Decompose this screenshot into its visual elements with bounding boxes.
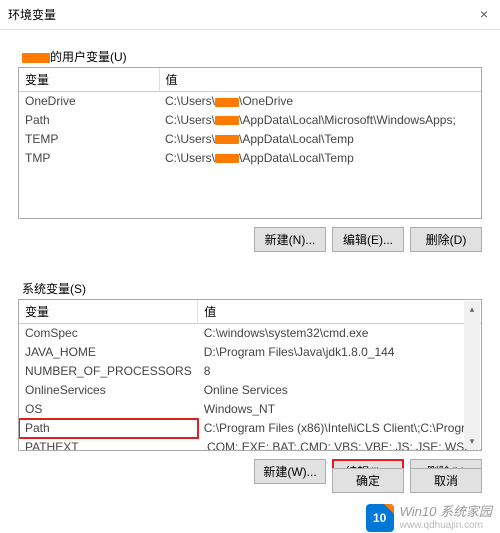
watermark-text: Win10 系统家园	[400, 505, 492, 519]
system-vars-table[interactable]: 变量 值 ComSpecC:\windows\system32\cmd.exe …	[19, 300, 482, 451]
table-row[interactable]: ComSpecC:\windows\system32\cmd.exe	[19, 324, 482, 343]
user-buttons: 新建(N)... 编辑(E)... 删除(D)	[10, 223, 490, 252]
table-row[interactable]: TMP C:\Users\\AppData\Local\Temp	[19, 149, 481, 168]
user-new-button[interactable]: 新建(N)...	[254, 227, 326, 252]
table-row[interactable]: NUMBER_OF_PROCESSORS8	[19, 362, 482, 381]
system-vars-table-box: 变量 值 ComSpecC:\windows\system32\cmd.exe …	[18, 299, 482, 451]
table-row[interactable]: OnlineServicesOnline Services	[19, 381, 482, 400]
user-col-val[interactable]: 值	[159, 68, 481, 92]
table-row-path[interactable]: PathC:\Program Files (x86)\Intel\iCLS Cl…	[19, 419, 482, 438]
redacted-username	[215, 135, 239, 144]
table-row[interactable]: Path C:\Users\\AppData\Local\Microsoft\W…	[19, 111, 481, 130]
user-edit-button[interactable]: 编辑(E)...	[332, 227, 404, 252]
watermark-logo-icon: 10	[366, 504, 394, 532]
table-row[interactable]: OSWindows_NT	[19, 400, 482, 419]
watermark-url: www.qdhuajin.com	[400, 520, 483, 531]
user-col-var[interactable]: 变量	[19, 68, 159, 92]
sys-col-val[interactable]: 值	[198, 300, 482, 324]
redacted-username	[215, 154, 239, 163]
table-row[interactable]: TEMP C:\Users\\AppData\Local\Temp	[19, 130, 481, 149]
dialog-buttons: 确定 取消	[324, 464, 490, 497]
ok-button[interactable]: 确定	[332, 468, 404, 493]
cancel-button[interactable]: 取消	[410, 468, 482, 493]
redacted-username	[22, 53, 50, 63]
sys-col-var[interactable]: 变量	[19, 300, 198, 324]
user-vars-label: 的用户变量(U)	[10, 48, 490, 65]
table-row[interactable]: OneDrive C:\Users\\OneDrive	[19, 92, 481, 111]
titlebar: 环境变量 ×	[0, 0, 500, 30]
system-vars-label: 系统变量(S)	[10, 280, 490, 297]
table-row[interactable]: JAVA_HOMED:\Program Files\Java\jdk1.8.0_…	[19, 343, 482, 362]
user-vars-table-box: 变量 值 OneDrive C:\Users\\OneDrive Path C:…	[18, 67, 482, 219]
scroll-up-icon[interactable]: ▴	[464, 301, 480, 317]
window-title: 环境变量	[8, 6, 56, 23]
scrollbar[interactable]: ▴ ▾	[464, 301, 480, 449]
scroll-down-icon[interactable]: ▾	[464, 433, 480, 449]
close-icon[interactable]: ×	[476, 6, 492, 22]
system-new-button[interactable]: 新建(W)...	[254, 459, 326, 484]
table-row[interactable]: PATHEXT.COM;.EXE;.BAT;.CMD;.VBS;.VBE;.JS…	[19, 438, 482, 452]
redacted-username	[215, 98, 239, 107]
user-vars-table[interactable]: 变量 值 OneDrive C:\Users\\OneDrive Path C:…	[19, 68, 481, 168]
redacted-username	[215, 116, 239, 125]
watermark: 10 Win10 系统家园 www.qdhuajin.com	[0, 503, 500, 533]
user-delete-button[interactable]: 删除(D)	[410, 227, 482, 252]
